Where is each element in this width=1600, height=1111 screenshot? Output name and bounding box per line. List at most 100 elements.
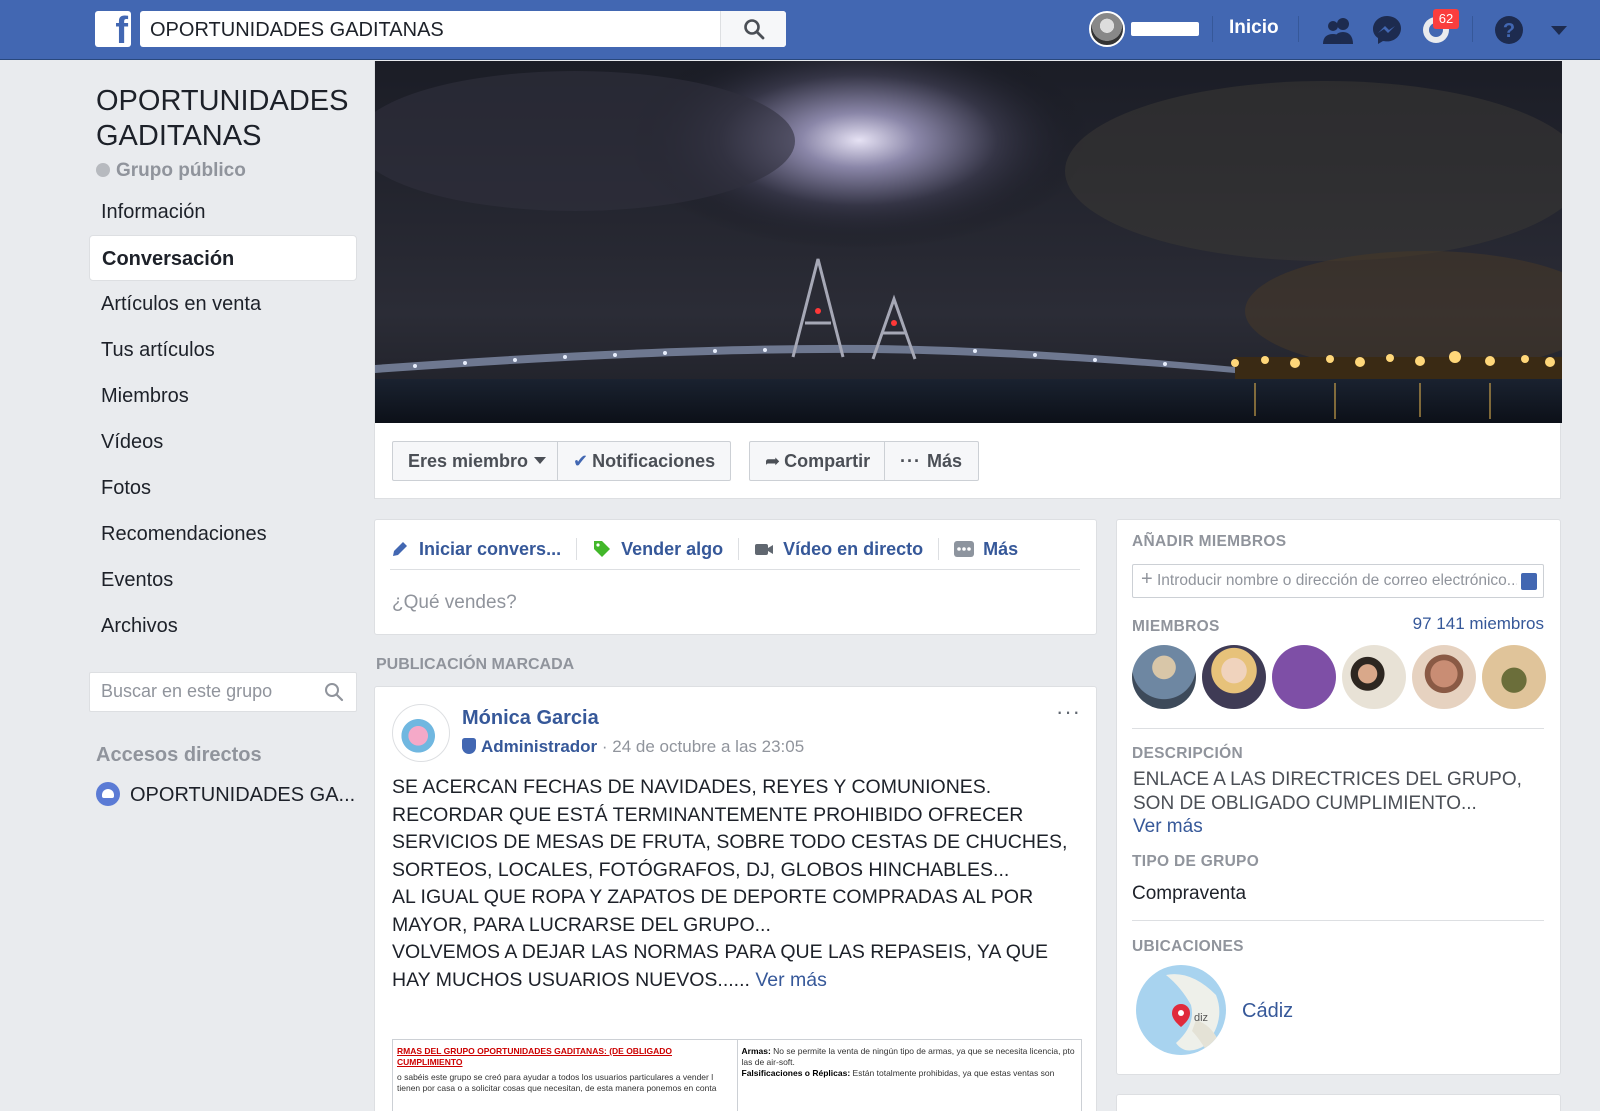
messenger-icon[interactable]	[1370, 13, 1404, 47]
post-composer: Iniciar convers... Vender algo Vídeo en …	[374, 519, 1097, 635]
shortcut-item[interactable]: OPORTUNIDADES GA...	[96, 782, 355, 807]
member-avatar[interactable]	[1272, 645, 1336, 709]
member-avatar[interactable]	[1342, 645, 1406, 709]
nav-item-videos[interactable]: Vídeos	[89, 419, 357, 465]
tab-sell-something[interactable]: Vender algo	[576, 532, 740, 570]
attachment-left-text: o sabéis este grupo se creó para ayudar …	[397, 1072, 717, 1093]
nav-item-informacion[interactable]: Información	[89, 189, 357, 235]
nav-item-recomendaciones[interactable]: Recomendaciones	[89, 511, 357, 557]
nav-item-articulos-en-venta[interactable]: Artículos en venta	[89, 281, 357, 327]
tab-more[interactable]: Más	[938, 532, 1035, 570]
chevron-down-icon[interactable]	[1542, 13, 1576, 47]
nav-item-archivos[interactable]: Archivos	[89, 603, 357, 649]
global-search-input[interactable]: OPORTUNIDADES GADITANAS	[150, 19, 444, 42]
profile-name-redacted[interactable]	[1131, 22, 1199, 36]
map-image: diz	[1166, 974, 1220, 1051]
add-members-heading: AÑADIR MIEMBROS	[1132, 533, 1287, 550]
video-camera-icon	[755, 544, 774, 555]
home-link[interactable]: Inicio	[1229, 17, 1279, 39]
member-avatar[interactable]	[1202, 645, 1266, 709]
globe-icon	[96, 163, 110, 177]
plus-icon: +	[1141, 568, 1153, 590]
member-avatars	[1132, 645, 1546, 709]
post-author-role[interactable]: Administrador	[481, 737, 597, 756]
nav-item-eventos[interactable]: Eventos	[89, 557, 357, 603]
post-text-line: SE ACERCAN FECHAS DE NAVIDADES, REYES Y …	[392, 776, 992, 798]
add-members-input[interactable]	[1157, 572, 1517, 590]
global-search-bar[interactable]: OPORTUNIDADES GADITANAS	[140, 11, 786, 47]
cover-photo-image	[375, 61, 1562, 423]
top-navigation-bar: f OPORTUNIDADES GADITANAS Inicio 62 ?	[0, 0, 1600, 60]
more-button[interactable]: ··· Más	[885, 442, 978, 480]
tab-more-label: Más	[983, 539, 1019, 559]
friends-icon[interactable]	[1321, 13, 1355, 47]
nav-item-conversacion[interactable]: Conversación	[89, 235, 357, 281]
caret-down-icon	[534, 457, 547, 464]
composer-input[interactable]: ¿Qué vendes?	[392, 592, 517, 614]
cover-photo[interactable]	[375, 61, 1562, 423]
next-sidebar-card	[1116, 1094, 1561, 1111]
group-info-card: AÑADIR MIEMBROS + MIEMBROS 97 141 miembr…	[1116, 519, 1561, 1075]
nav-item-fotos[interactable]: Fotos	[89, 465, 357, 511]
post-attachment-image[interactable]: RMAS DEL GRUPO OPORTUNIDADES GADITANAS: …	[392, 1039, 1082, 1111]
divider	[1132, 920, 1544, 921]
member-avatar[interactable]	[1132, 645, 1196, 709]
attachment-left-column: RMAS DEL GRUPO OPORTUNIDADES GADITANAS: …	[393, 1040, 738, 1111]
price-tag-icon	[594, 541, 611, 557]
post-options-icon[interactable]: ···	[1056, 699, 1081, 725]
member-status-label: Eres miembro	[408, 451, 529, 471]
share-label: Compartir	[784, 451, 871, 471]
more-dots-icon: ···	[900, 451, 921, 471]
share-button[interactable]: ➦ Compartir	[750, 442, 885, 480]
membership-button-group: Eres miembro ✔ Notificaciones	[392, 441, 731, 481]
group-search-box[interactable]	[89, 672, 357, 712]
description-heading: DESCRIPCIÓN	[1132, 745, 1243, 762]
notifications-button[interactable]: ✔ Notificaciones	[558, 442, 730, 480]
divider	[1132, 728, 1544, 729]
see-more-link[interactable]: Ver más	[755, 969, 827, 991]
group-search-input[interactable]	[101, 681, 311, 702]
search-icon[interactable]	[324, 682, 344, 702]
post-body: SE ACERCAN FECHAS DE NAVIDADES, REYES Y …	[392, 774, 1082, 994]
group-type-heading: TIPO DE GRUPO	[1132, 853, 1260, 870]
composer-tabs: Iniciar convers... Vender algo Vídeo en …	[390, 532, 1080, 570]
nav-item-miembros[interactable]: Miembros	[89, 373, 357, 419]
profile-avatar[interactable]	[1089, 11, 1125, 47]
tab-live-video[interactable]: Vídeo en directo	[738, 532, 940, 570]
facebook-logo-icon[interactable]: f	[95, 11, 131, 47]
member-avatar[interactable]	[1482, 645, 1546, 709]
post-text-line: RECORDAR QUE ESTÁ TERMINANTEMENTE PROHIB…	[392, 803, 1068, 881]
more-label: Más	[926, 451, 962, 471]
description-see-more-link[interactable]: Ver más	[1133, 816, 1203, 838]
search-button[interactable]	[720, 11, 786, 47]
post-meta: Administrador · 24 de octubre a las 23:0…	[462, 737, 804, 757]
location-map-thumbnail[interactable]: diz	[1136, 965, 1226, 1055]
locations-heading: UBICACIONES	[1132, 938, 1244, 955]
nav-item-tus-articulos[interactable]: Tus artículos	[89, 327, 357, 373]
post-author[interactable]: Mónica Garcia	[462, 707, 599, 730]
group-description: ENLACE A LAS DIRECTRICES DEL GRUPO, SON …	[1133, 769, 1522, 814]
post-text-line: VOLVEMOS A DEJAR LAS NORMAS PARA QUE LAS…	[392, 939, 1082, 994]
notifications-badge[interactable]: 62	[1433, 9, 1459, 29]
member-count-link[interactable]: 97 141 miembros	[1413, 614, 1544, 634]
map-label: diz	[1194, 1012, 1208, 1024]
attachment-fakes-text: Están totalmente prohibidas, ya que esta…	[852, 1068, 1055, 1078]
tab-start-conversation[interactable]: Iniciar convers...	[390, 532, 578, 570]
shortcut-label[interactable]: OPORTUNIDADES GA...	[130, 784, 355, 806]
divider	[1472, 16, 1473, 42]
location-city-link[interactable]: Cádiz	[1242, 1000, 1293, 1023]
post-timestamp[interactable]: 24 de octubre a las 23:05	[612, 737, 804, 756]
address-book-icon[interactable]	[1521, 573, 1537, 590]
post-text-last: VOLVEMOS A DEJAR LAS NORMAS PARA QUE LAS…	[392, 941, 1049, 991]
group-type-value: Compraventa	[1132, 883, 1247, 904]
group-header-card: Eres miembro ✔ Notificaciones ➦ Compartir …	[374, 61, 1562, 499]
group-nav: Información Conversación Artículos en ve…	[89, 189, 357, 649]
author-avatar[interactable]	[392, 704, 450, 762]
group-title[interactable]: OPORTUNIDADES GADITANAS	[96, 84, 366, 154]
add-members-field[interactable]: +	[1132, 564, 1544, 598]
member-status-button[interactable]: Eres miembro	[393, 442, 558, 480]
attachment-arms-text: No se permite la venta de ningún tipo de…	[741, 1046, 1075, 1067]
member-avatar[interactable]	[1412, 645, 1476, 709]
help-icon[interactable]: ?	[1492, 13, 1526, 47]
svg-text:?: ?	[1503, 20, 1515, 42]
